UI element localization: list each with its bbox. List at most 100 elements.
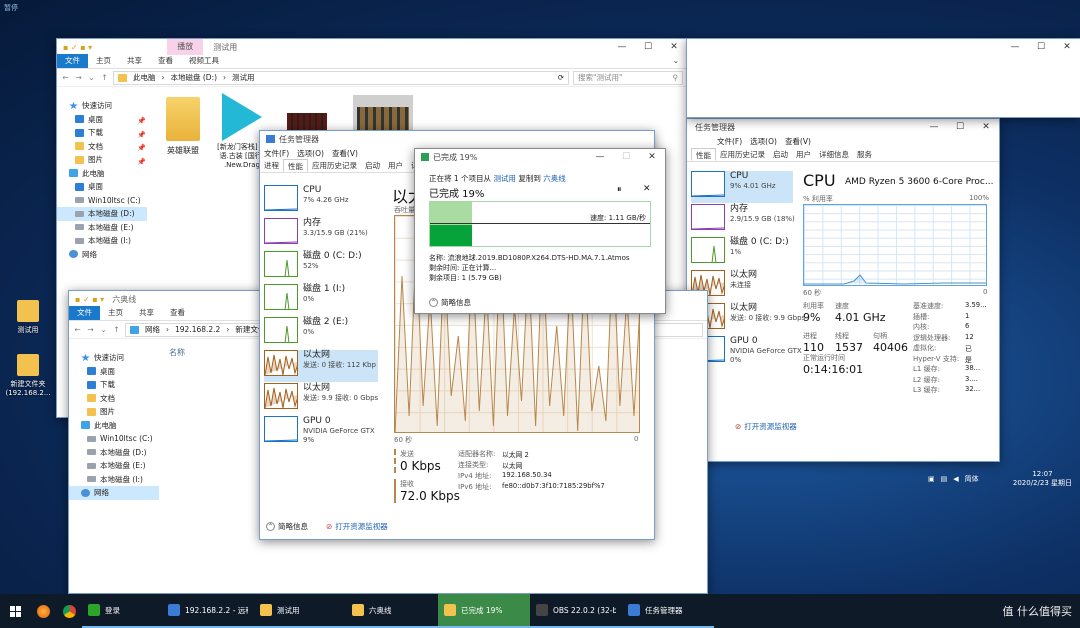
- refresh-icon[interactable]: ⟳: [558, 73, 564, 82]
- perf-item[interactable]: 内存 3.3/15.9 GB (21%): [264, 218, 378, 250]
- ribbon-tab-view[interactable]: 查看: [150, 54, 181, 68]
- breadcrumb-item[interactable]: 本地磁盘 (D:): [171, 72, 218, 83]
- nav-item[interactable]: 桌面: [69, 365, 159, 379]
- nav-item[interactable]: 本地磁盘 (D:): [57, 207, 147, 221]
- tray-icon[interactable]: ▣: [928, 475, 935, 483]
- column-header-name[interactable]: 名称: [169, 347, 185, 358]
- forward-icon[interactable]: →: [86, 325, 95, 334]
- taskbar-item[interactable]: 测试用: [254, 594, 346, 628]
- open-resource-monitor-link[interactable]: ⊘ 打开资源监视器: [735, 421, 797, 432]
- tab-users[interactable]: 用户: [384, 159, 407, 172]
- nav-item[interactable]: 本地磁盘 (I:): [69, 473, 159, 487]
- maximize-icon[interactable]: ☐: [947, 119, 973, 135]
- chrome-icon[interactable]: [56, 594, 82, 628]
- title-bar[interactable]: 任务管理器: [260, 131, 654, 147]
- nav-item[interactable]: 图片: [57, 153, 147, 167]
- nav-item[interactable]: 桌面: [57, 180, 147, 194]
- perf-item[interactable]: 磁盘 0 (C: D:) 1%: [691, 237, 793, 269]
- nav-item[interactable]: 此电脑: [69, 419, 159, 433]
- nav-item[interactable]: 本地磁盘 (D:): [69, 446, 159, 460]
- up-icon[interactable]: ↑: [112, 325, 121, 334]
- ribbon-tab-view[interactable]: 查看: [162, 306, 193, 320]
- tab-details[interactable]: 详细信息: [815, 148, 853, 161]
- close-icon[interactable]: ✕: [639, 149, 665, 165]
- firefox-icon[interactable]: [30, 594, 56, 628]
- menu-view[interactable]: 查看(V): [785, 136, 811, 147]
- perf-item[interactable]: 以太网 发送: 0 接收: 112 Kbp: [264, 350, 378, 382]
- taskbar-item[interactable]: 六奥线: [346, 594, 438, 628]
- ribbon-tab-home[interactable]: 主页: [100, 306, 131, 320]
- tab-processes[interactable]: 进程: [260, 159, 283, 172]
- menu-options[interactable]: 选项(O): [750, 136, 777, 147]
- nav-item[interactable]: 文档: [57, 140, 147, 154]
- address-bar[interactable]: 此电脑 › 本地磁盘 (D:) › 测试用 ⟳: [113, 70, 569, 85]
- menu-file[interactable]: 文件(F): [717, 136, 742, 147]
- nav-item[interactable]: 本地磁盘 (E:): [69, 459, 159, 473]
- close-icon[interactable]: ✕: [1054, 39, 1080, 55]
- pause-icon[interactable]: ⏸: [617, 185, 622, 195]
- taskbar-item[interactable]: 已完成 19%: [438, 594, 530, 628]
- ribbon-tab-share[interactable]: 共享: [119, 54, 150, 68]
- ribbon-tab-home[interactable]: 主页: [88, 54, 119, 68]
- clock[interactable]: 12:07 2020/2/23 星期日: [1013, 470, 1072, 488]
- ribbon-tab-video-tools[interactable]: 视频工具: [181, 54, 227, 68]
- breadcrumb-item[interactable]: 测试用: [232, 72, 255, 83]
- perf-item[interactable]: GPU 0 NVIDIA GeForce GTX 9%: [264, 416, 378, 448]
- start-button[interactable]: [0, 594, 30, 628]
- breadcrumb-item[interactable]: 网络: [145, 324, 160, 335]
- tab-services[interactable]: 服务: [853, 148, 876, 161]
- taskbar-item[interactable]: 192.168.2.2 - 远程...: [162, 594, 254, 628]
- minimize-icon[interactable]: —: [921, 119, 947, 135]
- copy-dest-link[interactable]: 六奥线: [543, 174, 566, 183]
- title-bar[interactable]: — ☐ ✕: [687, 39, 1080, 55]
- nav-item[interactable]: 文档: [69, 392, 159, 406]
- perf-item[interactable]: 磁盘 0 (C: D:) 52%: [264, 251, 378, 283]
- open-resource-monitor-link[interactable]: ⊘ 打开资源监视器: [326, 521, 388, 532]
- nav-item[interactable]: 此电脑: [57, 167, 147, 181]
- history-icon[interactable]: ⌄: [87, 73, 96, 82]
- tab-app-history[interactable]: 应用历史记录: [308, 159, 361, 172]
- breadcrumb-item[interactable]: 192.168.2.2: [175, 325, 220, 334]
- file-item[interactable]: 英雄联盟: [161, 97, 205, 156]
- volume-icon[interactable]: ◀: [953, 475, 958, 483]
- perf-item[interactable]: CPU 7% 4.26 GHz: [264, 185, 378, 217]
- perf-item[interactable]: 内存 2.9/15.9 GB (18%): [691, 204, 795, 236]
- tab-startup[interactable]: 启动: [361, 159, 384, 172]
- title-bar[interactable]: ▪ ✓ ▪ ▾ 播放 测试用 — ☐ ✕: [57, 39, 687, 55]
- ribbon-context-tab[interactable]: 播放: [167, 39, 204, 55]
- desktop-icon-test[interactable]: 测试用: [0, 300, 56, 335]
- maximize-icon[interactable]: ☐: [635, 39, 661, 55]
- back-icon[interactable]: ←: [73, 325, 82, 334]
- ribbon-tab-file[interactable]: 文件: [69, 306, 100, 320]
- cancel-icon[interactable]: ✕: [643, 184, 651, 194]
- close-icon[interactable]: ✕: [973, 119, 999, 135]
- taskbar-item[interactable]: OBS 22.0.2 (32-bi...: [530, 594, 622, 628]
- title-bar[interactable]: 任务管理器 — ☐ ✕: [687, 119, 999, 135]
- copy-source-link[interactable]: 测试用: [493, 174, 516, 183]
- search-input[interactable]: 搜索"测试用" ⚲: [573, 70, 683, 85]
- ribbon-tab-file[interactable]: 文件: [57, 54, 88, 68]
- close-icon[interactable]: ✕: [661, 39, 687, 55]
- up-icon[interactable]: ↑: [100, 73, 109, 82]
- nav-item[interactable]: 图片: [69, 405, 159, 419]
- tab-performance[interactable]: 性能: [691, 148, 716, 161]
- tab-app-history[interactable]: 应用历史记录: [716, 148, 769, 161]
- minimize-icon[interactable]: —: [587, 149, 613, 165]
- maximize-icon[interactable]: ☐: [613, 149, 639, 165]
- ribbon-tab-share[interactable]: 共享: [131, 306, 162, 320]
- ribbon-expand-icon[interactable]: ⌄: [665, 54, 687, 68]
- minimize-icon[interactable]: —: [1002, 39, 1028, 55]
- brief-info-toggle[interactable]: ⌃ 简略信息: [266, 521, 308, 532]
- tray-language[interactable]: 简体: [965, 474, 979, 484]
- desktop-icon-newfolder[interactable]: 新建文件夹 (192.168.2...: [0, 354, 56, 397]
- nav-item[interactable]: 本地磁盘 (E:): [57, 221, 147, 235]
- minimize-icon[interactable]: —: [609, 39, 635, 55]
- nav-item[interactable]: 快速访问: [69, 351, 159, 365]
- nav-item[interactable]: 网络: [69, 486, 159, 500]
- brief-info-toggle[interactable]: ⌃ 简略信息: [429, 297, 471, 308]
- tab-startup[interactable]: 启动: [769, 148, 792, 161]
- tab-performance[interactable]: 性能: [283, 159, 308, 172]
- nav-item[interactable]: 下载: [57, 126, 147, 140]
- tab-users[interactable]: 用户: [792, 148, 815, 161]
- taskbar-item[interactable]: 登录: [82, 594, 162, 628]
